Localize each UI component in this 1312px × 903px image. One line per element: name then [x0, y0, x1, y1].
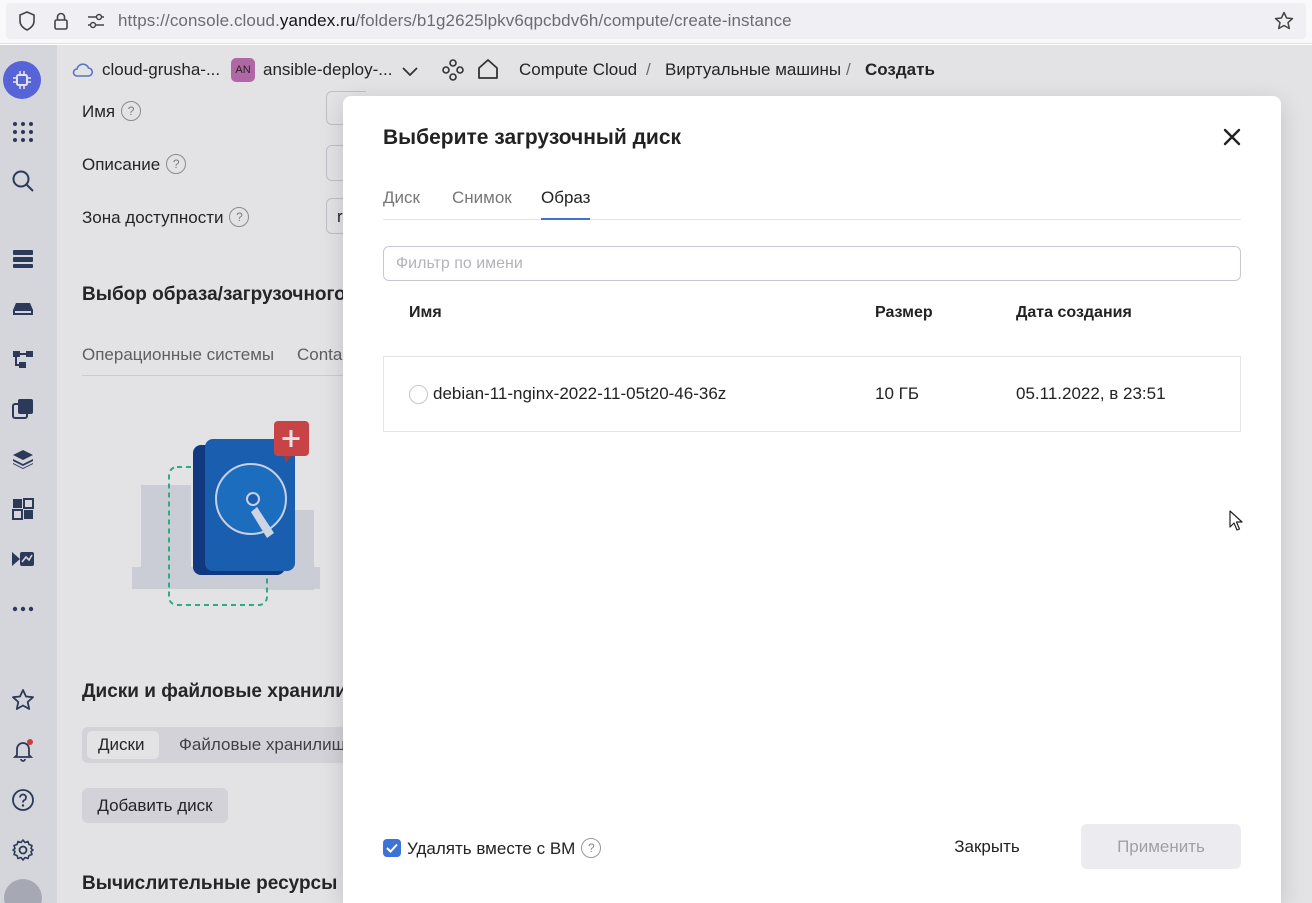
column-header-size: Размер: [875, 304, 933, 321]
close-icon[interactable]: [1219, 124, 1245, 150]
shield-icon[interactable]: [16, 10, 38, 32]
delete-with-vm-label: Удалять вместе с ВМ?: [407, 838, 602, 859]
table-row[interactable]: debian-11-nginx-2022-11-05t20-46-36z 10 …: [383, 356, 1241, 432]
column-header-created: Дата создания: [1016, 304, 1132, 321]
url-text[interactable]: https://console.cloud.yandex.ru/folders/…: [118, 11, 792, 31]
image-size-cell: 10 ГБ: [875, 384, 919, 403]
image-name-cell: debian-11-nginx-2022-11-05t20-46-36z: [433, 384, 727, 403]
url-domain: yandex.ru: [279, 11, 356, 30]
url-path: /folders/b1g2625lpkv6qpcbdv6h/compute/cr…: [355, 11, 792, 30]
close-button[interactable]: Закрыть: [937, 825, 1037, 869]
tab-disk[interactable]: Диск: [383, 188, 420, 220]
delete-with-vm-label-text: Удалять вместе с ВМ: [407, 839, 576, 858]
url-prefix: https://console.cloud.: [118, 11, 280, 30]
permissions-icon[interactable]: [85, 10, 107, 32]
dialog-tabs: Диск Снимок Образ: [383, 188, 1241, 220]
apply-button[interactable]: Применить: [1081, 824, 1241, 869]
browser-toolbar: https://console.cloud.yandex.ru/folders/…: [0, 0, 1312, 44]
image-created-cell: 05.11.2022, в 23:51: [1016, 384, 1166, 403]
filter-by-name-input[interactable]: [383, 246, 1241, 281]
column-header-name: Имя: [409, 304, 442, 321]
help-icon[interactable]: ?: [581, 838, 602, 858]
boot-disk-dialog: Выберите загрузочный диск Диск Снимок Об…: [343, 96, 1281, 903]
dialog-title: Выберите загрузочный диск: [383, 126, 682, 149]
mouse-cursor-icon: [1229, 510, 1243, 531]
delete-with-vm-checkbox[interactable]: [383, 839, 401, 857]
tab-snapshot[interactable]: Снимок: [452, 188, 512, 220]
checkmark-icon: [386, 843, 398, 853]
bookmark-star-icon[interactable]: [1273, 10, 1295, 32]
lock-icon[interactable]: [50, 10, 72, 32]
tab-image[interactable]: Образ: [541, 188, 591, 220]
row-radio-button[interactable]: [409, 385, 428, 404]
